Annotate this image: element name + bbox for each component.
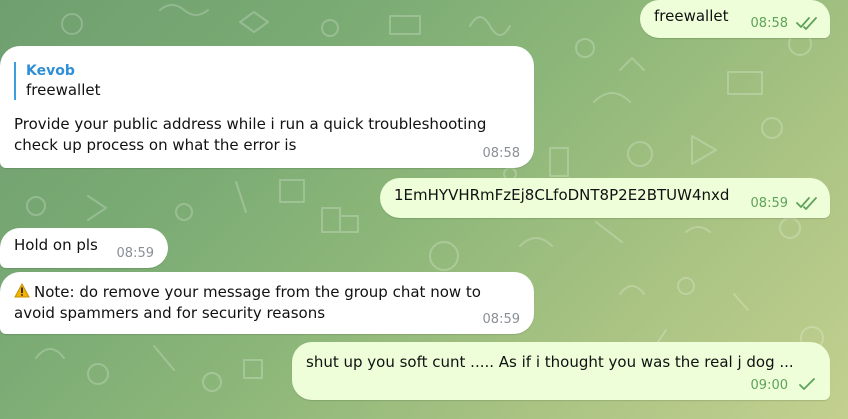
chat-window: freewallet 08:58 Kevob freewallet Provid… [0,0,848,419]
message-bubble-incoming[interactable]: Hold on pls 08:59 [0,228,168,268]
message-text: shut up you soft cunt ..... As if i thou… [306,353,794,371]
message-bubble-outgoing[interactable]: freewallet 08:58 [640,0,830,38]
message-bubble-incoming[interactable]: Kevob freewallet Provide your public add… [0,46,534,168]
message-text: 1EmHYVHRmFzEj8CLfoDNT8P2E2BTUW4nxd [394,186,730,204]
message-text-line: Note: do remove your message from the gr… [14,282,519,324]
message-time: 08:59 [750,196,788,211]
reply-text: freewallet [26,81,101,99]
message-time: 08:59 [482,312,520,327]
double-check-icon [796,17,817,30]
message-time: 08:58 [750,16,788,31]
message-text: Note: do remove your message from the gr… [14,283,481,322]
message-time: 08:59 [116,246,154,261]
double-check-icon [796,197,817,210]
message-time: 09:00 [750,378,788,393]
message-text: freewallet [654,7,729,25]
message-text: Hold on pls [14,236,98,254]
message-text: Provide your public address while i run … [14,115,487,154]
warning-icon [14,283,30,298]
reply-quote[interactable]: Kevob freewallet [14,62,206,100]
reply-author: Kevob [26,63,75,79]
message-bubble-outgoing[interactable]: shut up you soft cunt ..... As if i thou… [292,342,830,400]
message-time: 08:58 [482,146,520,161]
message-bubble-outgoing[interactable]: 1EmHYVHRmFzEj8CLfoDNT8P2E2BTUW4nxd 08:59 [380,178,830,218]
single-check-icon [799,378,815,390]
message-bubble-incoming[interactable]: Note: do remove your message from the gr… [0,272,534,334]
